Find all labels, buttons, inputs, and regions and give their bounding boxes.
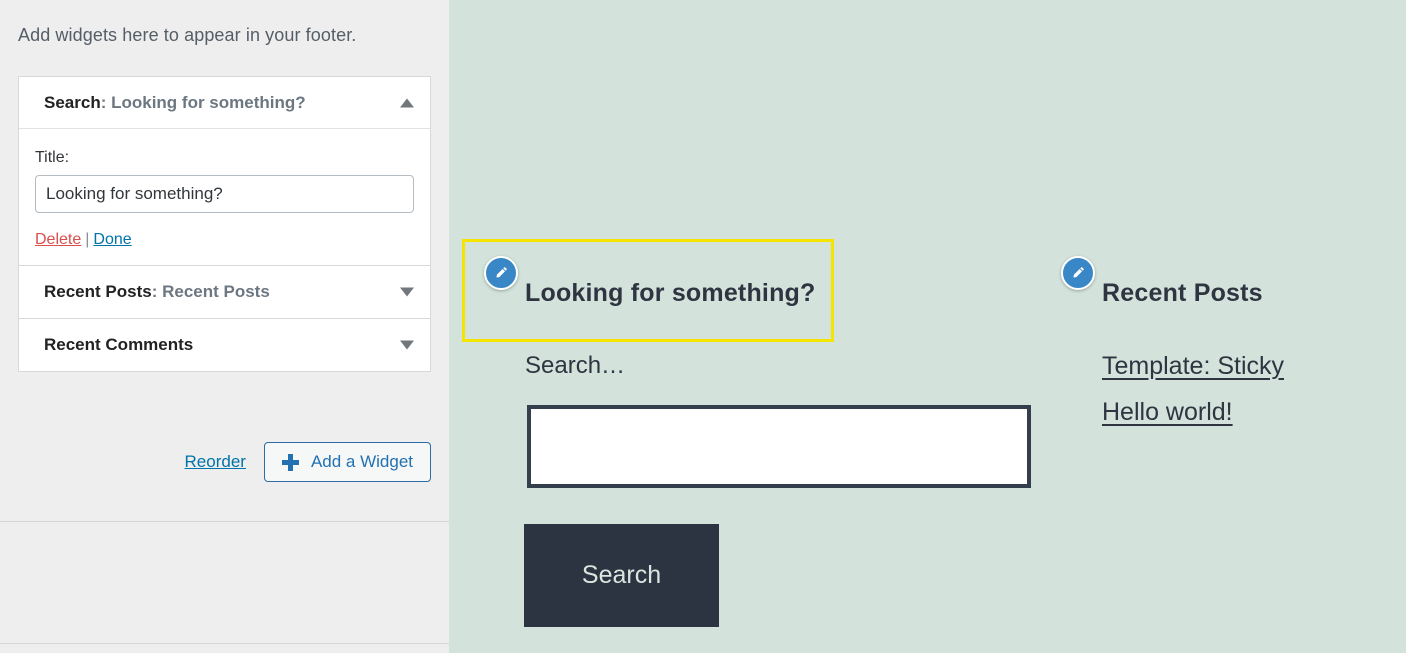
pencil-icon <box>493 265 509 281</box>
add-widget-button-label: Add a Widget <box>310 452 413 471</box>
widget-title-suffix: : Looking for something? <box>100 92 306 112</box>
title-input[interactable] <box>35 175 414 213</box>
widget-type-label: Recent Comments <box>44 335 194 354</box>
sidebar-divider-lower <box>0 643 449 644</box>
widget-type-label: Search <box>44 92 101 112</box>
widget-item-search: Search: Looking for something? Title: De… <box>18 76 431 266</box>
widget-actions: Delete | Done <box>35 231 414 249</box>
preview-recent-posts-list: Template: Sticky Hello world! <box>1102 352 1284 444</box>
recent-post-link[interactable]: Hello world! <box>1102 398 1233 426</box>
widget-body-search: Title: Delete|Done <box>19 129 430 265</box>
sidebar-intro-text: Add widgets here to appear in your foote… <box>18 25 357 45</box>
widget-header-label-search: Search: Looking for something? <box>44 93 306 113</box>
add-widget-button[interactable]: Add a Widget <box>263 442 431 482</box>
widget-item-recent-comments: Recent Comments <box>18 319 431 372</box>
widget-list-footer: Reorder Add a Widget <box>18 438 431 486</box>
widget-header-search[interactable]: Search: Looking for something? <box>19 77 430 129</box>
widget-header-recent-posts[interactable]: Recent Posts: Recent Posts <box>19 266 430 318</box>
edit-search-widget-button[interactable] <box>484 256 518 290</box>
preview-recent-posts-title: Recent Posts <box>1102 279 1263 307</box>
plus-icon <box>281 453 299 471</box>
widget-type-label: Recent Posts <box>44 282 152 301</box>
widget-header-recent-comments[interactable]: Recent Comments <box>19 319 430 371</box>
list-item: Hello world! <box>1102 398 1284 427</box>
action-separator: | <box>85 231 90 248</box>
reorder-link[interactable]: Reorder <box>185 452 246 472</box>
caret-down-icon[interactable] <box>400 287 414 297</box>
preview-search-submit-button[interactable]: Search <box>524 524 719 627</box>
preview-search-label: Search… <box>525 352 626 379</box>
done-link[interactable]: Done <box>93 231 131 248</box>
widget-item-recent-posts: Recent Posts: Recent Posts <box>18 266 431 319</box>
caret-up-icon[interactable] <box>400 98 414 107</box>
preview-search-widget-title: Looking for something? <box>525 279 816 307</box>
widget-header-label-recent-comments: Recent Comments <box>44 335 193 355</box>
delete-link[interactable]: Delete <box>35 231 81 248</box>
edit-recent-posts-widget-button[interactable] <box>1061 256 1095 290</box>
preview-search-input[interactable] <box>527 405 1031 488</box>
caret-down-icon[interactable] <box>400 340 414 350</box>
widget-header-label-recent-posts: Recent Posts: Recent Posts <box>44 282 270 302</box>
widget-sidebar: Add widgets here to appear in your foote… <box>0 0 449 653</box>
recent-post-link[interactable]: Template: Sticky <box>1102 352 1284 380</box>
title-field-label: Title: <box>35 149 70 166</box>
widget-list: Search: Looking for something? Title: De… <box>18 76 431 372</box>
widget-title-suffix: : Recent Posts <box>151 282 270 301</box>
customizer-screen: Add widgets here to appear in your foote… <box>0 0 1406 653</box>
site-preview: Looking for something? Search… Search Re… <box>449 0 1406 653</box>
list-item: Template: Sticky <box>1102 352 1284 381</box>
pencil-icon <box>1070 265 1086 281</box>
sidebar-divider-upper <box>0 521 449 522</box>
